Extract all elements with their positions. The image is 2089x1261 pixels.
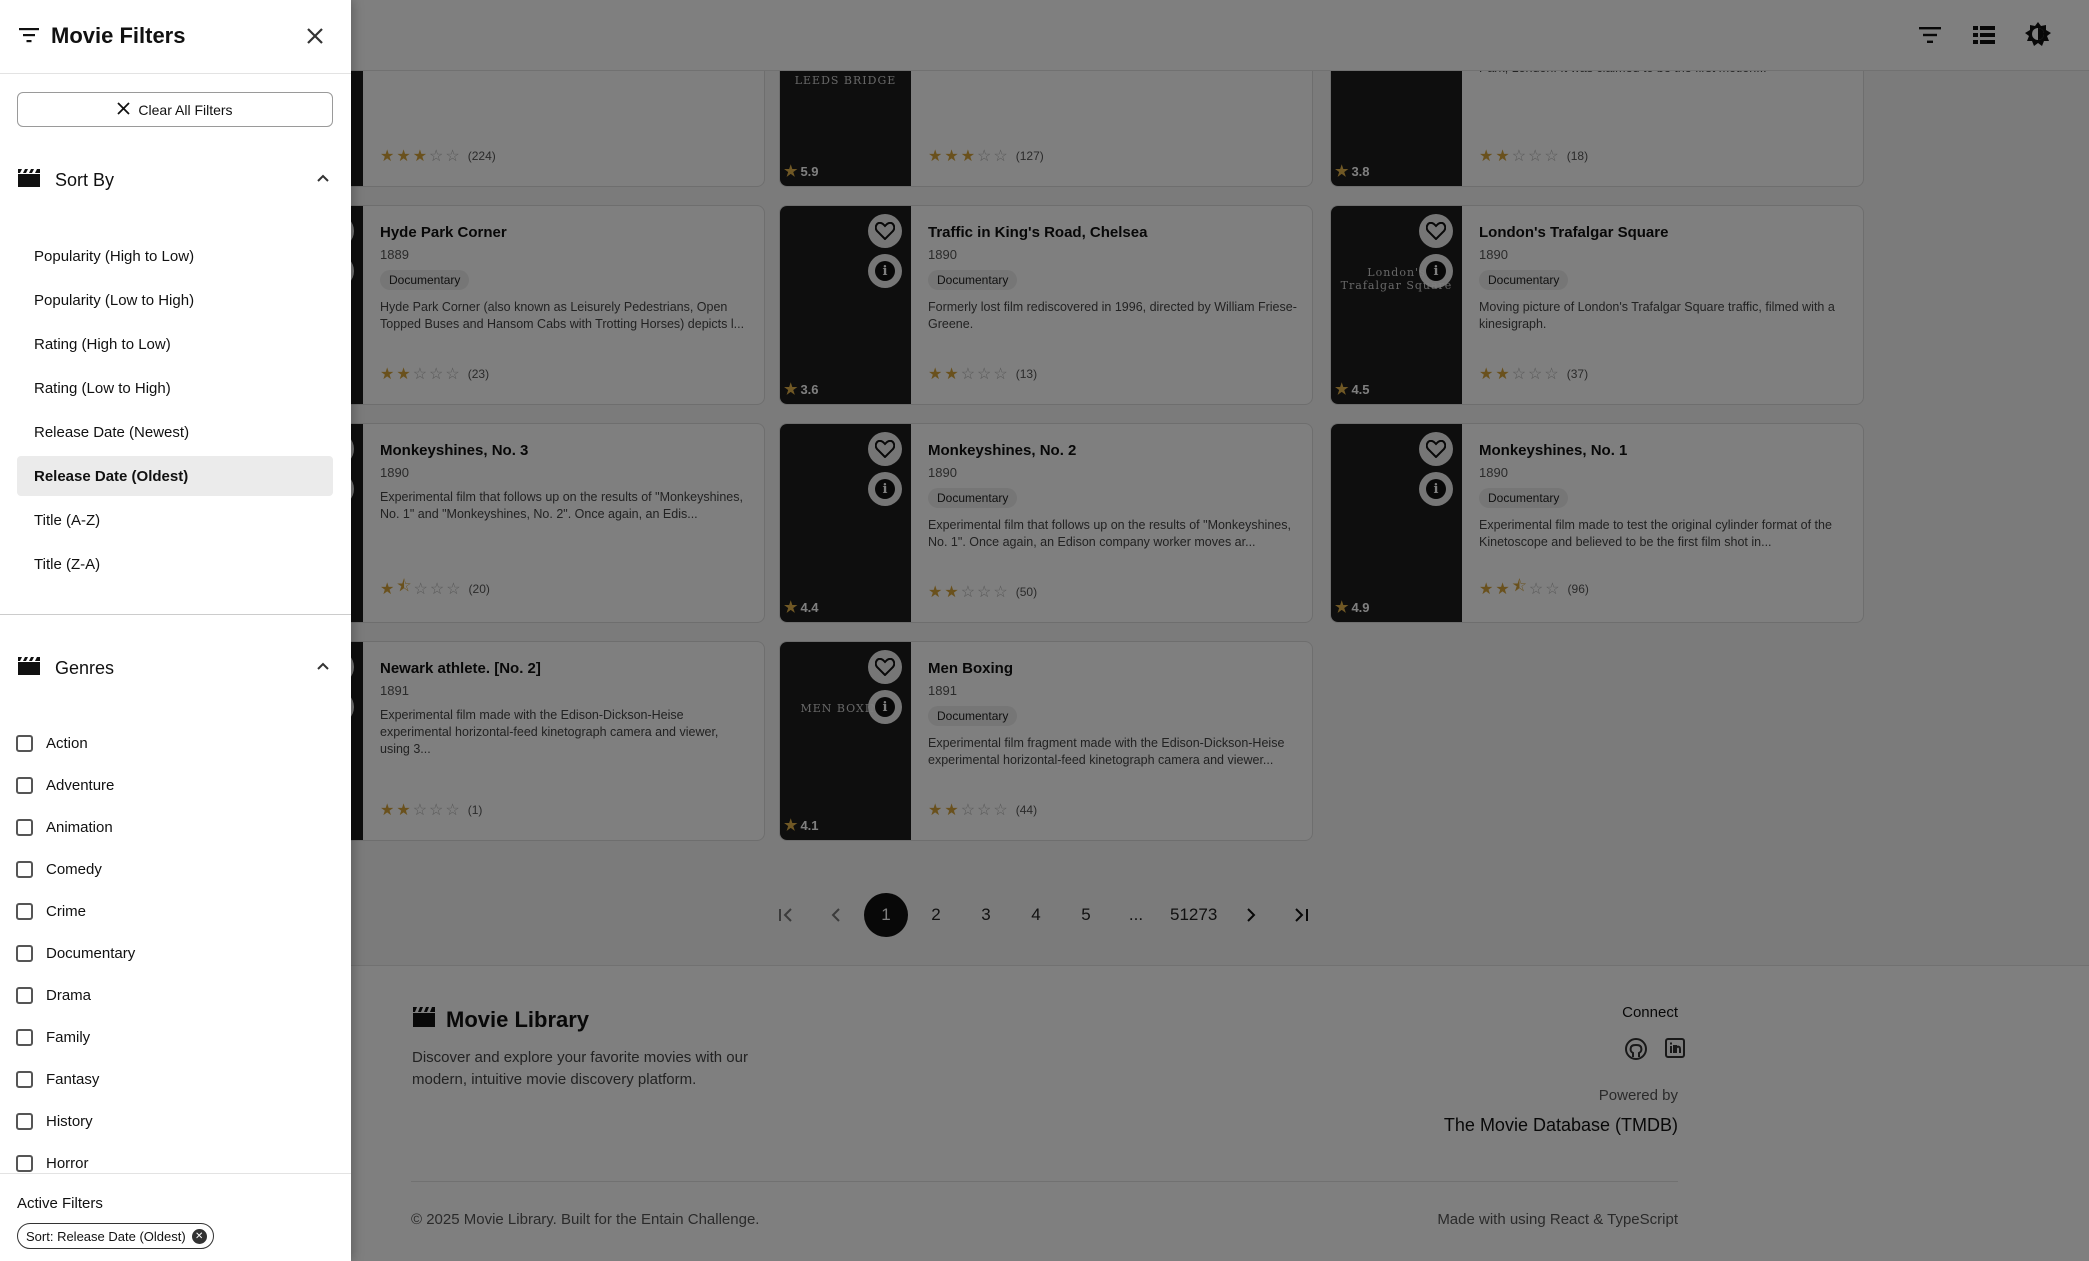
filter-drawer: Movie Filters Clear All Filters Sort By … (0, 0, 351, 1261)
genre-label: Animation (46, 818, 113, 836)
genre-label: Drama (46, 986, 92, 1004)
genre-option[interactable]: Fantasy (16, 1058, 332, 1100)
genre-label: Adventure (46, 776, 115, 794)
genre-label: Action (46, 734, 88, 752)
active-filter-chip: Sort: Release Date (Oldest) ✕ (17, 1223, 214, 1249)
sort-option[interactable]: Rating (Low to High) (17, 368, 333, 408)
sort-option[interactable]: Release Date (Newest) (17, 412, 333, 452)
drawer-header: Movie Filters (0, 0, 351, 74)
clapperboard-icon (17, 656, 41, 681)
sort-option[interactable]: Rating (High to Low) (17, 324, 333, 364)
genre-label: Family (46, 1028, 91, 1046)
genre-checkbox[interactable] (16, 902, 33, 920)
remove-filter-icon[interactable]: ✕ (191, 1228, 207, 1244)
sort-by-section-header[interactable]: Sort By (17, 165, 333, 195)
genre-label: History (46, 1112, 93, 1130)
close-icon[interactable] (303, 24, 327, 48)
filter-icon (19, 27, 39, 48)
genre-option[interactable]: Family (16, 1016, 332, 1058)
clear-all-filters-button[interactable]: Clear All Filters (17, 92, 333, 127)
active-filter-chip-label: Sort: Release Date (Oldest) (26, 1228, 186, 1244)
genre-label: Comedy (46, 860, 102, 878)
genre-checkbox[interactable] (16, 1112, 33, 1130)
sort-option[interactable]: Release Date (Oldest) (17, 456, 333, 496)
genre-checkbox[interactable] (16, 1154, 33, 1172)
genre-checkbox[interactable] (16, 1028, 33, 1046)
sort-option[interactable]: Popularity (Low to High) (17, 280, 333, 320)
genre-option[interactable]: Comedy (16, 848, 332, 890)
active-filters-panel: Active Filters Sort: Release Date (Oldes… (0, 1173, 351, 1261)
genre-checkbox[interactable] (16, 860, 33, 878)
genre-label: Documentary (46, 944, 136, 962)
genre-checkbox[interactable] (16, 1070, 33, 1088)
sort-options-list: Popularity (High to Low) Popularity (Low … (17, 236, 333, 588)
drawer-title: Movie Filters (51, 23, 186, 48)
genre-checkbox[interactable] (16, 944, 33, 962)
chevron-up-icon (315, 658, 331, 679)
genre-option[interactable]: Crime (16, 890, 332, 932)
genre-option[interactable]: History (16, 1100, 332, 1142)
clapperboard-icon (17, 168, 41, 193)
genre-label: Crime (46, 902, 86, 920)
genre-option[interactable]: Action (16, 722, 332, 764)
sort-option[interactable]: Popularity (High to Low) (17, 236, 333, 276)
genre-option[interactable]: Adventure (16, 764, 332, 806)
close-icon (117, 101, 131, 118)
genre-checkbox[interactable] (16, 734, 33, 752)
sort-by-title: Sort By (55, 169, 115, 190)
genre-option[interactable]: Documentary (16, 932, 332, 974)
genre-label: Fantasy (46, 1070, 100, 1088)
active-filters-title: Active Filters (17, 1195, 103, 1212)
sort-option[interactable]: Title (Z-A) (17, 544, 333, 584)
chevron-up-icon (315, 170, 331, 191)
genre-option[interactable]: Drama (16, 974, 332, 1016)
section-divider (0, 614, 351, 615)
genre-label: Horror (46, 1154, 89, 1172)
clear-all-filters-label: Clear All Filters (138, 101, 233, 118)
genre-option[interactable]: Animation (16, 806, 332, 848)
genres-title: Genres (55, 657, 115, 678)
genres-section-header[interactable]: Genres (17, 653, 333, 683)
genre-checkbox[interactable] (16, 986, 33, 1004)
genre-checkbox-list: Action Adventure Animation Comedy Crime Docum… (16, 722, 332, 1184)
genre-checkbox[interactable] (16, 776, 33, 794)
sort-option[interactable]: Title (A-Z) (17, 500, 333, 540)
genre-checkbox[interactable] (16, 818, 33, 836)
